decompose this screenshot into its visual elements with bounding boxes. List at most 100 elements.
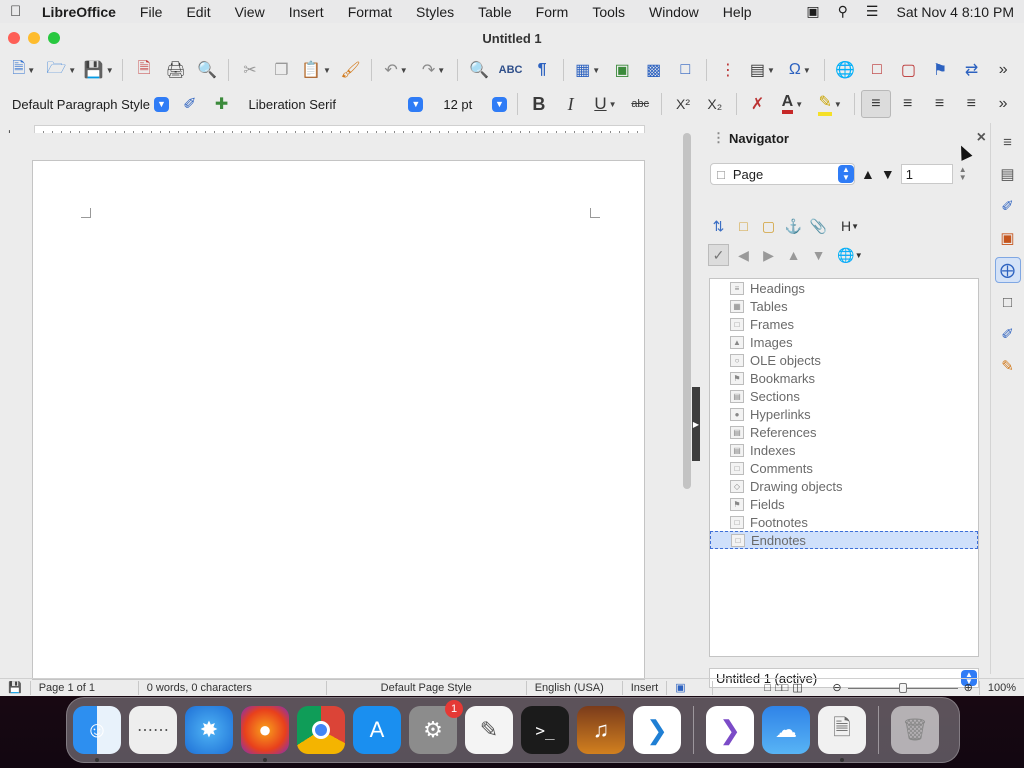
zoom-window-button[interactable] bbox=[48, 32, 60, 44]
font-size-select[interactable]: 12 pt ▼ bbox=[437, 93, 511, 115]
finder-icon[interactable]: ☺ bbox=[73, 706, 121, 762]
chrome-icon[interactable] bbox=[297, 706, 345, 754]
font-name-select[interactable]: Liberation Serif ▼ bbox=[243, 93, 428, 115]
selection-mode-icon[interactable]: ▣ bbox=[667, 680, 714, 695]
minimize-window-button[interactable] bbox=[28, 32, 40, 44]
new-style-icon[interactable]: ✚ bbox=[207, 90, 237, 118]
navigate-by-select[interactable]: □ Page ▲ ▼ bbox=[710, 163, 855, 185]
preview-icon[interactable]: 🗎 bbox=[818, 706, 866, 762]
drag-mode-icon[interactable]: 📎 bbox=[808, 215, 829, 237]
redo-icon[interactable]: ↷ ▼ bbox=[416, 56, 451, 84]
font-color-icon[interactable]: A ▼ bbox=[774, 90, 810, 118]
tree-item-images[interactable]: ▲ Images bbox=[710, 333, 978, 351]
close-icon[interactable]: × bbox=[977, 129, 986, 147]
paragraph-style-select[interactable]: Default Paragraph Style ▼ bbox=[6, 93, 173, 115]
zoom-slider-knob[interactable] bbox=[898, 682, 907, 693]
tree-item-headings[interactable]: ≡ Headings bbox=[710, 279, 978, 297]
insert-footnote-icon[interactable]: □ bbox=[862, 56, 892, 84]
app-store-icon[interactable]: A bbox=[353, 706, 401, 754]
multi-page-view-icon[interactable]: □□ bbox=[775, 682, 788, 694]
control-center-icon[interactable]: ☰ bbox=[866, 3, 879, 20]
zoom-in-icon[interactable]: ⊕ bbox=[964, 681, 973, 694]
zoom-level[interactable]: 100% bbox=[978, 680, 1024, 695]
firefox-icon[interactable]: ● bbox=[241, 706, 289, 762]
align-left-icon[interactable]: ≡ bbox=[861, 90, 891, 118]
drag-handle-icon[interactable]: ⋮ bbox=[712, 130, 725, 146]
terminal-icon[interactable]: >_ bbox=[521, 706, 569, 754]
insert-endnote-icon[interactable]: ▢ bbox=[894, 56, 924, 84]
special-character-icon[interactable]: Ω ▼ bbox=[782, 56, 817, 84]
cut-icon[interactable]: ✂ bbox=[235, 56, 265, 84]
navigator-tree[interactable]: ≡ Headings ▦ Tables □ Frames ▲ Images ○ OLE o… bbox=[709, 278, 979, 657]
tree-item-drawing-objects[interactable]: ◇ Drawing objects bbox=[710, 477, 978, 495]
insert-mode-status[interactable]: Insert bbox=[623, 680, 668, 695]
promote-chapter-icon[interactable]: ◀ bbox=[733, 244, 754, 266]
insert-bookmark-icon[interactable]: ⚑ bbox=[925, 56, 955, 84]
page-style-status[interactable]: Default Page Style bbox=[327, 680, 527, 695]
superscript-button[interactable]: X² bbox=[668, 90, 698, 118]
copy-icon[interactable]: ❐ bbox=[267, 56, 297, 84]
next-page-icon[interactable]: ▼ bbox=[881, 166, 895, 182]
zoom-out-icon[interactable]: ⊖ bbox=[832, 681, 841, 694]
previous-page-icon[interactable]: ▲ bbox=[861, 166, 875, 182]
insert-cross-reference-icon[interactable]: ⇄ bbox=[957, 56, 987, 84]
paste-icon[interactable]: 📋 ▼ bbox=[298, 56, 333, 84]
underline-button[interactable]: U ▼ bbox=[588, 90, 624, 118]
insert-text-box-icon[interactable]: □ bbox=[671, 56, 701, 84]
justify-icon[interactable]: ≡ bbox=[956, 90, 986, 118]
anchor-icon[interactable]: ⚓ bbox=[783, 215, 804, 237]
textedit-icon[interactable]: ✎ bbox=[465, 706, 513, 754]
subscript-button[interactable]: X₂ bbox=[700, 90, 730, 118]
page-count-status[interactable]: Page 1 of 1 bbox=[31, 680, 139, 695]
print-preview-icon[interactable]: 🔍 bbox=[193, 56, 223, 84]
tree-item-ole-objects[interactable]: ○ OLE objects bbox=[710, 351, 978, 369]
tree-item-indexes[interactable]: ▤ Indexes bbox=[710, 441, 978, 459]
book-view-icon[interactable]: ◫ bbox=[792, 681, 802, 694]
launchpad-icon[interactable]: ⋯⋯ bbox=[129, 706, 177, 754]
tree-item-frames[interactable]: □ Frames bbox=[710, 315, 978, 333]
insert-mode-icon[interactable]: 🌐 ▼ bbox=[833, 244, 867, 266]
clear-formatting-icon[interactable]: ✗ bbox=[743, 90, 773, 118]
update-style-icon[interactable]: ✐ bbox=[175, 90, 205, 118]
zoom-slider[interactable] bbox=[847, 681, 958, 695]
apple-menu-icon[interactable]:  bbox=[10, 3, 32, 20]
document-modified-icon[interactable]: 💾 bbox=[0, 680, 31, 695]
strikethrough-button[interactable]: abc bbox=[625, 90, 655, 118]
open-button[interactable]: 🗁 ▼ bbox=[43, 56, 78, 84]
vscode-icon[interactable]: ❯ bbox=[633, 706, 681, 754]
garageband-icon[interactable]: ♫ bbox=[577, 706, 625, 754]
system-settings-icon[interactable]: ⚙ 1 bbox=[409, 700, 463, 754]
undo-icon[interactable]: ↶ ▼ bbox=[378, 56, 413, 84]
tree-item-endnotes[interactable]: □ Endnotes bbox=[710, 531, 978, 549]
new-document-button[interactable]: 🗎 ▼ bbox=[6, 56, 41, 84]
find-replace-icon[interactable]: 🔍 bbox=[464, 56, 494, 84]
tree-item-fields[interactable]: ⚑ Fields bbox=[710, 495, 978, 513]
tree-item-tables[interactable]: ▦ Tables bbox=[710, 297, 978, 315]
navigator-icon[interactable]: ⨁ bbox=[994, 257, 1021, 283]
window-switcher-icon[interactable]: ▣ bbox=[806, 3, 819, 20]
page-number-stepper[interactable]: ▲ ▼ bbox=[959, 166, 967, 182]
bold-button[interactable]: B bbox=[524, 90, 554, 118]
content-navigation-view-icon[interactable]: ✓ bbox=[708, 244, 729, 266]
toolbar-overflow-icon[interactable]: » bbox=[988, 90, 1018, 118]
style-inspector-icon[interactable]: ✐ bbox=[995, 321, 1021, 347]
italic-button[interactable]: I bbox=[556, 90, 586, 118]
visual-studio-icon[interactable]: ❯ bbox=[706, 706, 754, 754]
highlight-color-icon[interactable]: ✎ ▼ bbox=[812, 90, 848, 118]
page-number-input[interactable]: 1 bbox=[900, 164, 953, 184]
menu-app-name[interactable]: LibreOffice bbox=[32, 4, 128, 20]
page-break-icon[interactable]: ⋮ bbox=[713, 56, 743, 84]
save-button[interactable]: 💾 ▼ bbox=[81, 56, 116, 84]
align-right-icon[interactable]: ≡ bbox=[925, 90, 955, 118]
menu-styles[interactable]: Styles bbox=[404, 4, 466, 20]
toggle-view-icon[interactable]: ⇅ bbox=[708, 215, 729, 237]
gallery-icon[interactable]: ▣ bbox=[995, 225, 1021, 251]
menu-insert[interactable]: Insert bbox=[277, 4, 336, 20]
footer-icon[interactable]: ▢ bbox=[758, 215, 779, 237]
menu-edit[interactable]: Edit bbox=[174, 4, 222, 20]
tree-item-sections[interactable]: ▤ Sections bbox=[710, 387, 978, 405]
align-center-icon[interactable]: ≡ bbox=[893, 90, 923, 118]
sidebar-collapse-handle[interactable]: ▶ bbox=[692, 387, 700, 461]
styles-icon[interactable]: ✐ bbox=[995, 193, 1021, 219]
move-up-icon[interactable]: ▲ bbox=[783, 244, 804, 266]
